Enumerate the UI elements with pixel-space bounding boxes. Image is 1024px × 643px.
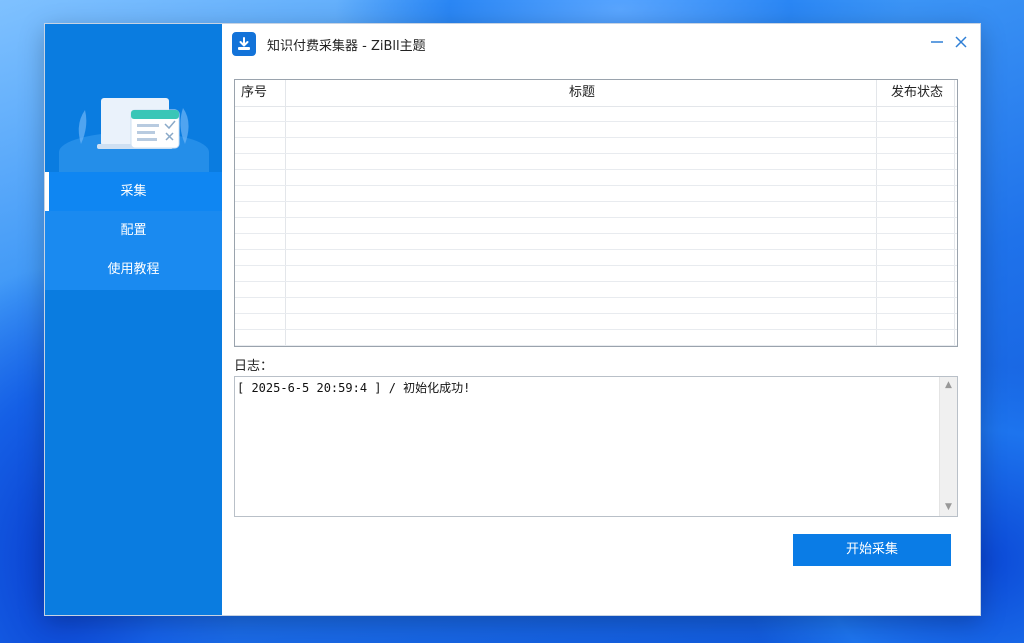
table-row[interactable] [235, 266, 957, 282]
minimize-icon [931, 41, 943, 43]
table-row[interactable] [235, 154, 957, 170]
table-row[interactable] [235, 122, 957, 138]
log-line: [ 2025-6-5 20:59:4 ] / 初始化成功! [237, 381, 471, 395]
main-panel: 知识付费采集器 - ZiBll主题 序号 标题 发布状态 日志： [2025-… [222, 24, 980, 615]
table-row[interactable] [235, 234, 957, 250]
table-body [235, 106, 957, 346]
collect-table[interactable]: 序号 标题 发布状态 [234, 79, 958, 347]
sidebar-item-config[interactable]: 配置 [45, 211, 222, 250]
log-scrollbar[interactable]: ▲ ▼ [939, 377, 957, 516]
sidebar-item-label: 采集 [120, 184, 147, 199]
table-row[interactable] [235, 170, 957, 186]
sidebar-item-label: 使用教程 [107, 262, 160, 277]
title-bar: 知识付费采集器 - ZiBll主题 [222, 24, 980, 64]
table-header: 序号 标题 发布状态 [235, 80, 957, 107]
sidebar-item-tutorial[interactable]: 使用教程 [45, 250, 222, 289]
sidebar-item-collect[interactable]: 采集 [45, 172, 222, 211]
table-row[interactable] [235, 330, 957, 346]
table-row[interactable] [235, 202, 957, 218]
log-output[interactable]: [ 2025-6-5 20:59:4 ] / 初始化成功! ▲ ▼ [234, 376, 958, 517]
table-row[interactable] [235, 282, 957, 298]
close-button[interactable] [951, 32, 971, 52]
table-row[interactable] [235, 218, 957, 234]
download-icon [232, 32, 256, 56]
column-header-title[interactable]: 标题 [569, 80, 595, 106]
scroll-up-icon[interactable]: ▲ [940, 377, 957, 394]
table-row[interactable] [235, 106, 957, 122]
table-row[interactable] [235, 298, 957, 314]
column-header-index[interactable]: 序号 [241, 80, 267, 106]
app-window: 采集 配置 使用教程 知识付费采集器 - ZiBll主题 序号 标题 发布状态 … [45, 24, 980, 615]
close-icon [955, 36, 967, 48]
table-row[interactable] [235, 314, 957, 330]
scroll-down-icon[interactable]: ▼ [940, 499, 957, 516]
laptop-illustration-icon [78, 98, 189, 149]
sidebar: 采集 配置 使用教程 [45, 24, 222, 615]
sidebar-illustration [45, 24, 222, 172]
window-title: 知识付费采集器 - ZiBll主题 [267, 39, 426, 54]
table-row[interactable] [235, 186, 957, 202]
sidebar-nav: 采集 配置 使用教程 [45, 172, 222, 290]
minimize-button[interactable] [927, 32, 947, 52]
column-header-status[interactable]: 发布状态 [891, 80, 943, 106]
start-collect-button[interactable]: 开始采集 [793, 534, 951, 566]
table-row[interactable] [235, 138, 957, 154]
table-row[interactable] [235, 250, 957, 266]
log-label: 日志： [234, 359, 274, 374]
sidebar-item-label: 配置 [120, 223, 147, 238]
